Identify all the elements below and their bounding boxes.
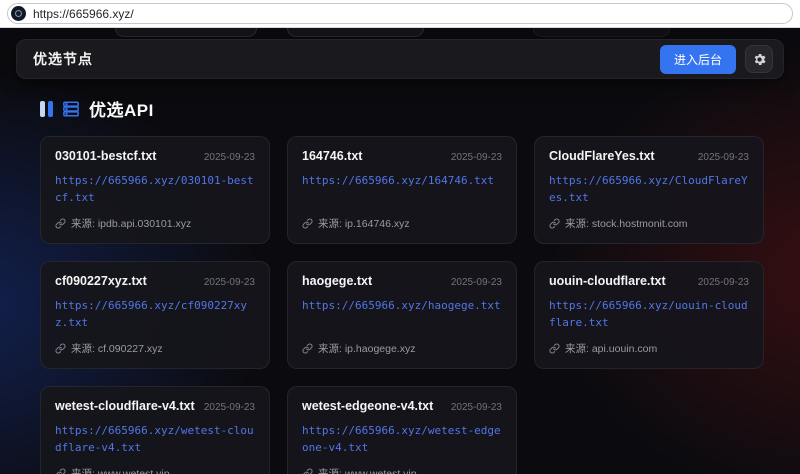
cutoff-card-remnant <box>533 28 670 37</box>
header-bar: 优选节点 进入后台 <box>16 39 784 79</box>
card-date: 2025-09-23 <box>451 152 502 163</box>
card-source-text: 来源: ip.164746.xyz <box>318 216 410 231</box>
card-source: 来源: ip.haogege.xyz <box>302 331 502 356</box>
card-date: 2025-09-23 <box>698 152 749 163</box>
cutoff-card-remnant <box>115 28 257 37</box>
gear-icon <box>752 52 767 67</box>
card-source: 来源: www.wetest.vip <box>55 456 255 474</box>
card-date: 2025-09-23 <box>698 277 749 288</box>
card-title: wetest-edgeone-v4.txt <box>302 399 433 413</box>
card-title: haogege.txt <box>302 274 372 288</box>
card-source: 来源: ipdb.api.030101.xyz <box>55 206 255 231</box>
card-file-link[interactable]: https://665966.xyz/030101-bestcf.txt <box>55 172 255 206</box>
site-title: 优选节点 <box>33 49 93 69</box>
link-icon <box>302 343 313 354</box>
card-source: 来源: www.wetest.vip <box>302 456 502 474</box>
cutoff-card-remnant <box>287 28 424 37</box>
section-header: 优选API <box>40 96 760 121</box>
card-source-text: 来源: ip.haogege.xyz <box>318 341 415 356</box>
card-file-link[interactable]: https://665966.xyz/cf090227xyz.txt <box>55 297 255 331</box>
browser-address-bar: https://665966.xyz/ <box>0 0 800 28</box>
url-bar[interactable]: https://665966.xyz/ <box>7 3 793 24</box>
card-title: 164746.txt <box>302 149 362 163</box>
site-info-icon[interactable] <box>11 6 26 21</box>
card-date: 2025-09-23 <box>451 277 502 288</box>
api-card: haogege.txt 2025-09-23 https://665966.xy… <box>287 261 517 369</box>
card-source: 来源: ip.164746.xyz <box>302 206 502 231</box>
card-source-text: 来源: ipdb.api.030101.xyz <box>71 216 191 231</box>
card-header: cf090227xyz.txt 2025-09-23 <box>55 274 255 288</box>
card-header: 164746.txt 2025-09-23 <box>302 149 502 163</box>
card-file-link[interactable]: https://665966.xyz/wetest-cloudflare-v4.… <box>55 422 255 456</box>
card-header: wetest-cloudflare-v4.txt 2025-09-23 <box>55 399 255 413</box>
card-date: 2025-09-23 <box>204 277 255 288</box>
card-header: CloudFlareYes.txt 2025-09-23 <box>549 149 749 163</box>
card-file-link[interactable]: https://665966.xyz/uouin-cloudflare.txt <box>549 297 749 331</box>
header-actions: 进入后台 <box>660 45 773 74</box>
link-icon <box>302 218 313 229</box>
settings-button[interactable] <box>745 45 773 73</box>
card-header: uouin-cloudflare.txt 2025-09-23 <box>549 274 749 288</box>
card-title: 030101-bestcf.txt <box>55 149 156 163</box>
card-title: CloudFlareYes.txt <box>549 149 655 163</box>
card-source-text: 来源: api.uouin.com <box>565 341 657 356</box>
api-card: 164746.txt 2025-09-23 https://665966.xyz… <box>287 136 517 244</box>
api-card: 030101-bestcf.txt 2025-09-23 https://665… <box>40 136 270 244</box>
server-stack-icon <box>62 100 80 118</box>
api-card: wetest-cloudflare-v4.txt 2025-09-23 http… <box>40 386 270 474</box>
page-background: 优选节点 进入后台 优选API 030101-bestcf.txt 2025-0… <box>0 28 800 474</box>
card-source-text: 来源: www.wetest.vip <box>71 466 170 474</box>
card-source-text: 来源: www.wetest.vip <box>318 466 417 474</box>
link-icon <box>302 468 313 474</box>
card-title: cf090227xyz.txt <box>55 274 147 288</box>
url-text: https://665966.xyz/ <box>33 7 134 21</box>
api-card: wetest-edgeone-v4.txt 2025-09-23 https:/… <box>287 386 517 474</box>
card-source-text: 来源: cf.090227.xyz <box>71 341 163 356</box>
card-date: 2025-09-23 <box>204 402 255 413</box>
link-icon <box>55 468 66 474</box>
card-title: uouin-cloudflare.txt <box>549 274 666 288</box>
card-source-text: 来源: stock.hostmonit.com <box>565 216 688 231</box>
link-icon <box>55 218 66 229</box>
link-icon <box>55 343 66 354</box>
section-title: 优选API <box>89 96 154 121</box>
screen: https://665966.xyz/ 优选节点 进入后台 优选API <box>0 0 800 474</box>
card-file-link[interactable]: https://665966.xyz/wetest-edgeone-v4.txt <box>302 422 502 456</box>
card-file-link[interactable]: https://665966.xyz/haogege.txt <box>302 297 502 314</box>
api-card: cf090227xyz.txt 2025-09-23 https://66596… <box>40 261 270 369</box>
link-icon <box>549 343 560 354</box>
card-header: haogege.txt 2025-09-23 <box>302 274 502 288</box>
card-date: 2025-09-23 <box>451 402 502 413</box>
card-file-link[interactable]: https://665966.xyz/164746.txt <box>302 172 502 189</box>
admin-panel-button[interactable]: 进入后台 <box>660 45 736 74</box>
api-card: uouin-cloudflare.txt 2025-09-23 https://… <box>534 261 764 369</box>
card-source: 来源: cf.090227.xyz <box>55 331 255 356</box>
card-date: 2025-09-23 <box>204 152 255 163</box>
card-source: 来源: stock.hostmonit.com <box>549 206 749 231</box>
card-source: 来源: api.uouin.com <box>549 331 749 356</box>
card-header: wetest-edgeone-v4.txt 2025-09-23 <box>302 399 502 413</box>
api-cards-grid: 030101-bestcf.txt 2025-09-23 https://665… <box>40 136 764 474</box>
section-accent-bars-icon <box>40 101 53 117</box>
card-header: 030101-bestcf.txt 2025-09-23 <box>55 149 255 163</box>
card-title: wetest-cloudflare-v4.txt <box>55 399 195 413</box>
link-icon <box>549 218 560 229</box>
api-card: CloudFlareYes.txt 2025-09-23 https://665… <box>534 136 764 244</box>
card-file-link[interactable]: https://665966.xyz/CloudFlareYes.txt <box>549 172 749 206</box>
